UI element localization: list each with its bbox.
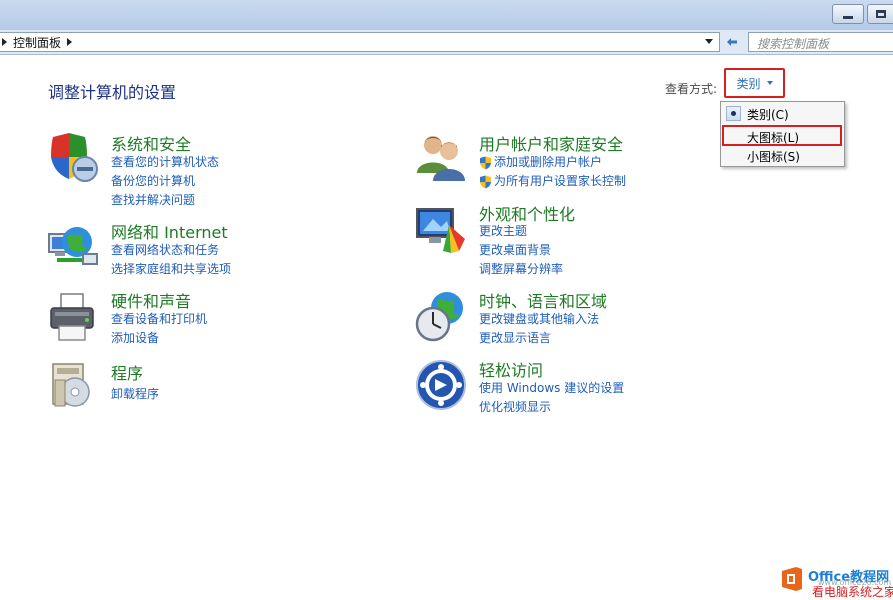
category-ease-of-access[interactable]: 轻松访问 — [479, 357, 543, 381]
refresh-button[interactable] — [722, 33, 742, 51]
chevron-right-icon[interactable] — [2, 38, 7, 46]
breadcrumb[interactable]: 控制面板 — [0, 32, 720, 52]
shield-icon[interactable] — [47, 131, 99, 183]
category-hardware-sound[interactable]: 硬件和声音 — [111, 288, 191, 312]
radio-selected-icon — [726, 106, 741, 121]
link-uninstall-program[interactable]: 卸载程序 — [111, 385, 159, 402]
link-homegroup-sharing[interactable]: 选择家庭组和共享选项 — [111, 260, 231, 277]
uac-shield-icon — [480, 175, 491, 188]
uac-shield-icon — [480, 156, 491, 169]
link-add-remove-accounts[interactable]: 添加或删除用户帐户 — [479, 153, 602, 170]
ease-of-access-icon[interactable] — [415, 359, 467, 411]
programs-icon[interactable] — [47, 360, 99, 412]
category-network-internet[interactable]: 网络和 Internet — [111, 219, 228, 243]
chevron-right-icon[interactable] — [67, 38, 73, 46]
menu-item-small-icons-label: 小图标(S) — [747, 149, 800, 164]
menu-item-category[interactable]: 类别(C) — [721, 104, 844, 124]
users-icon[interactable] — [415, 131, 467, 183]
link-view-computer-status[interactable]: 查看您的计算机状态 — [111, 153, 219, 170]
breadcrumb-item-control-panel[interactable]: 控制面板 — [13, 34, 61, 51]
link-add-remove-accounts-label: 添加或删除用户帐户 — [494, 155, 603, 169]
link-parental-controls-label: 为所有用户设置家长控制 — [494, 174, 627, 188]
link-view-network-status[interactable]: 查看网络状态和任务 — [111, 241, 219, 258]
minimize-icon — [843, 15, 853, 19]
office-logo-icon — [782, 567, 802, 591]
minimize-button[interactable] — [832, 4, 864, 24]
category-clock-language-region[interactable]: 时钟、语言和区域 — [479, 288, 607, 312]
view-by-dropdown[interactable]: 类别 — [724, 68, 785, 98]
view-by-value: 类别 — [736, 76, 761, 91]
link-change-theme[interactable]: 更改主题 — [479, 222, 527, 239]
link-backup-computer[interactable]: 备份您的计算机 — [111, 172, 195, 189]
link-windows-recommended[interactable]: 使用 Windows 建议的设置 — [479, 379, 624, 396]
view-by-label: 查看方式: — [665, 82, 718, 96]
network-globe-icon[interactable] — [47, 220, 99, 272]
link-keyboard-input[interactable]: 更改键盘或其他输入法 — [479, 310, 599, 327]
link-display-language[interactable]: 更改显示语言 — [479, 329, 551, 346]
menu-item-category-label: 类别(C) — [747, 107, 789, 122]
window-controls — [829, 4, 893, 26]
title-bar — [0, 0, 893, 30]
address-bar: 控制面板 搜索控制面板 — [0, 30, 893, 55]
link-screen-resolution[interactable]: 调整屏幕分辨率 — [479, 260, 563, 277]
clock-globe-icon[interactable] — [415, 290, 467, 342]
appearance-icon[interactable] — [415, 205, 467, 257]
search-input[interactable]: 搜索控制面板 — [748, 32, 893, 52]
maximize-icon — [875, 10, 886, 18]
link-troubleshoot[interactable]: 查找并解决问题 — [111, 191, 195, 208]
link-desktop-background[interactable]: 更改桌面背景 — [479, 241, 551, 258]
refresh-icon — [727, 38, 737, 46]
page-title: 调整计算机的设置 — [48, 83, 177, 102]
category-programs[interactable]: 程序 — [111, 360, 143, 384]
link-add-device[interactable]: 添加设备 — [111, 329, 159, 346]
chevron-down-icon[interactable] — [705, 39, 713, 44]
link-devices-printers[interactable]: 查看设备和打印机 — [111, 310, 207, 327]
highlight-box — [722, 125, 842, 146]
link-parental-controls[interactable]: 为所有用户设置家长控制 — [479, 172, 626, 189]
category-user-accounts[interactable]: 用户帐户和家庭安全 — [479, 131, 623, 155]
chevron-down-icon — [766, 81, 773, 85]
category-system-security[interactable]: 系统和安全 — [111, 131, 191, 155]
maximize-button[interactable] — [867, 4, 893, 24]
watermark-subtitle: 看电脑系统之家 — [812, 585, 893, 599]
menu-item-small-icons[interactable]: 小图标(S) — [721, 146, 844, 166]
link-optimize-display[interactable]: 优化视频显示 — [479, 398, 551, 415]
printer-icon[interactable] — [47, 292, 99, 344]
